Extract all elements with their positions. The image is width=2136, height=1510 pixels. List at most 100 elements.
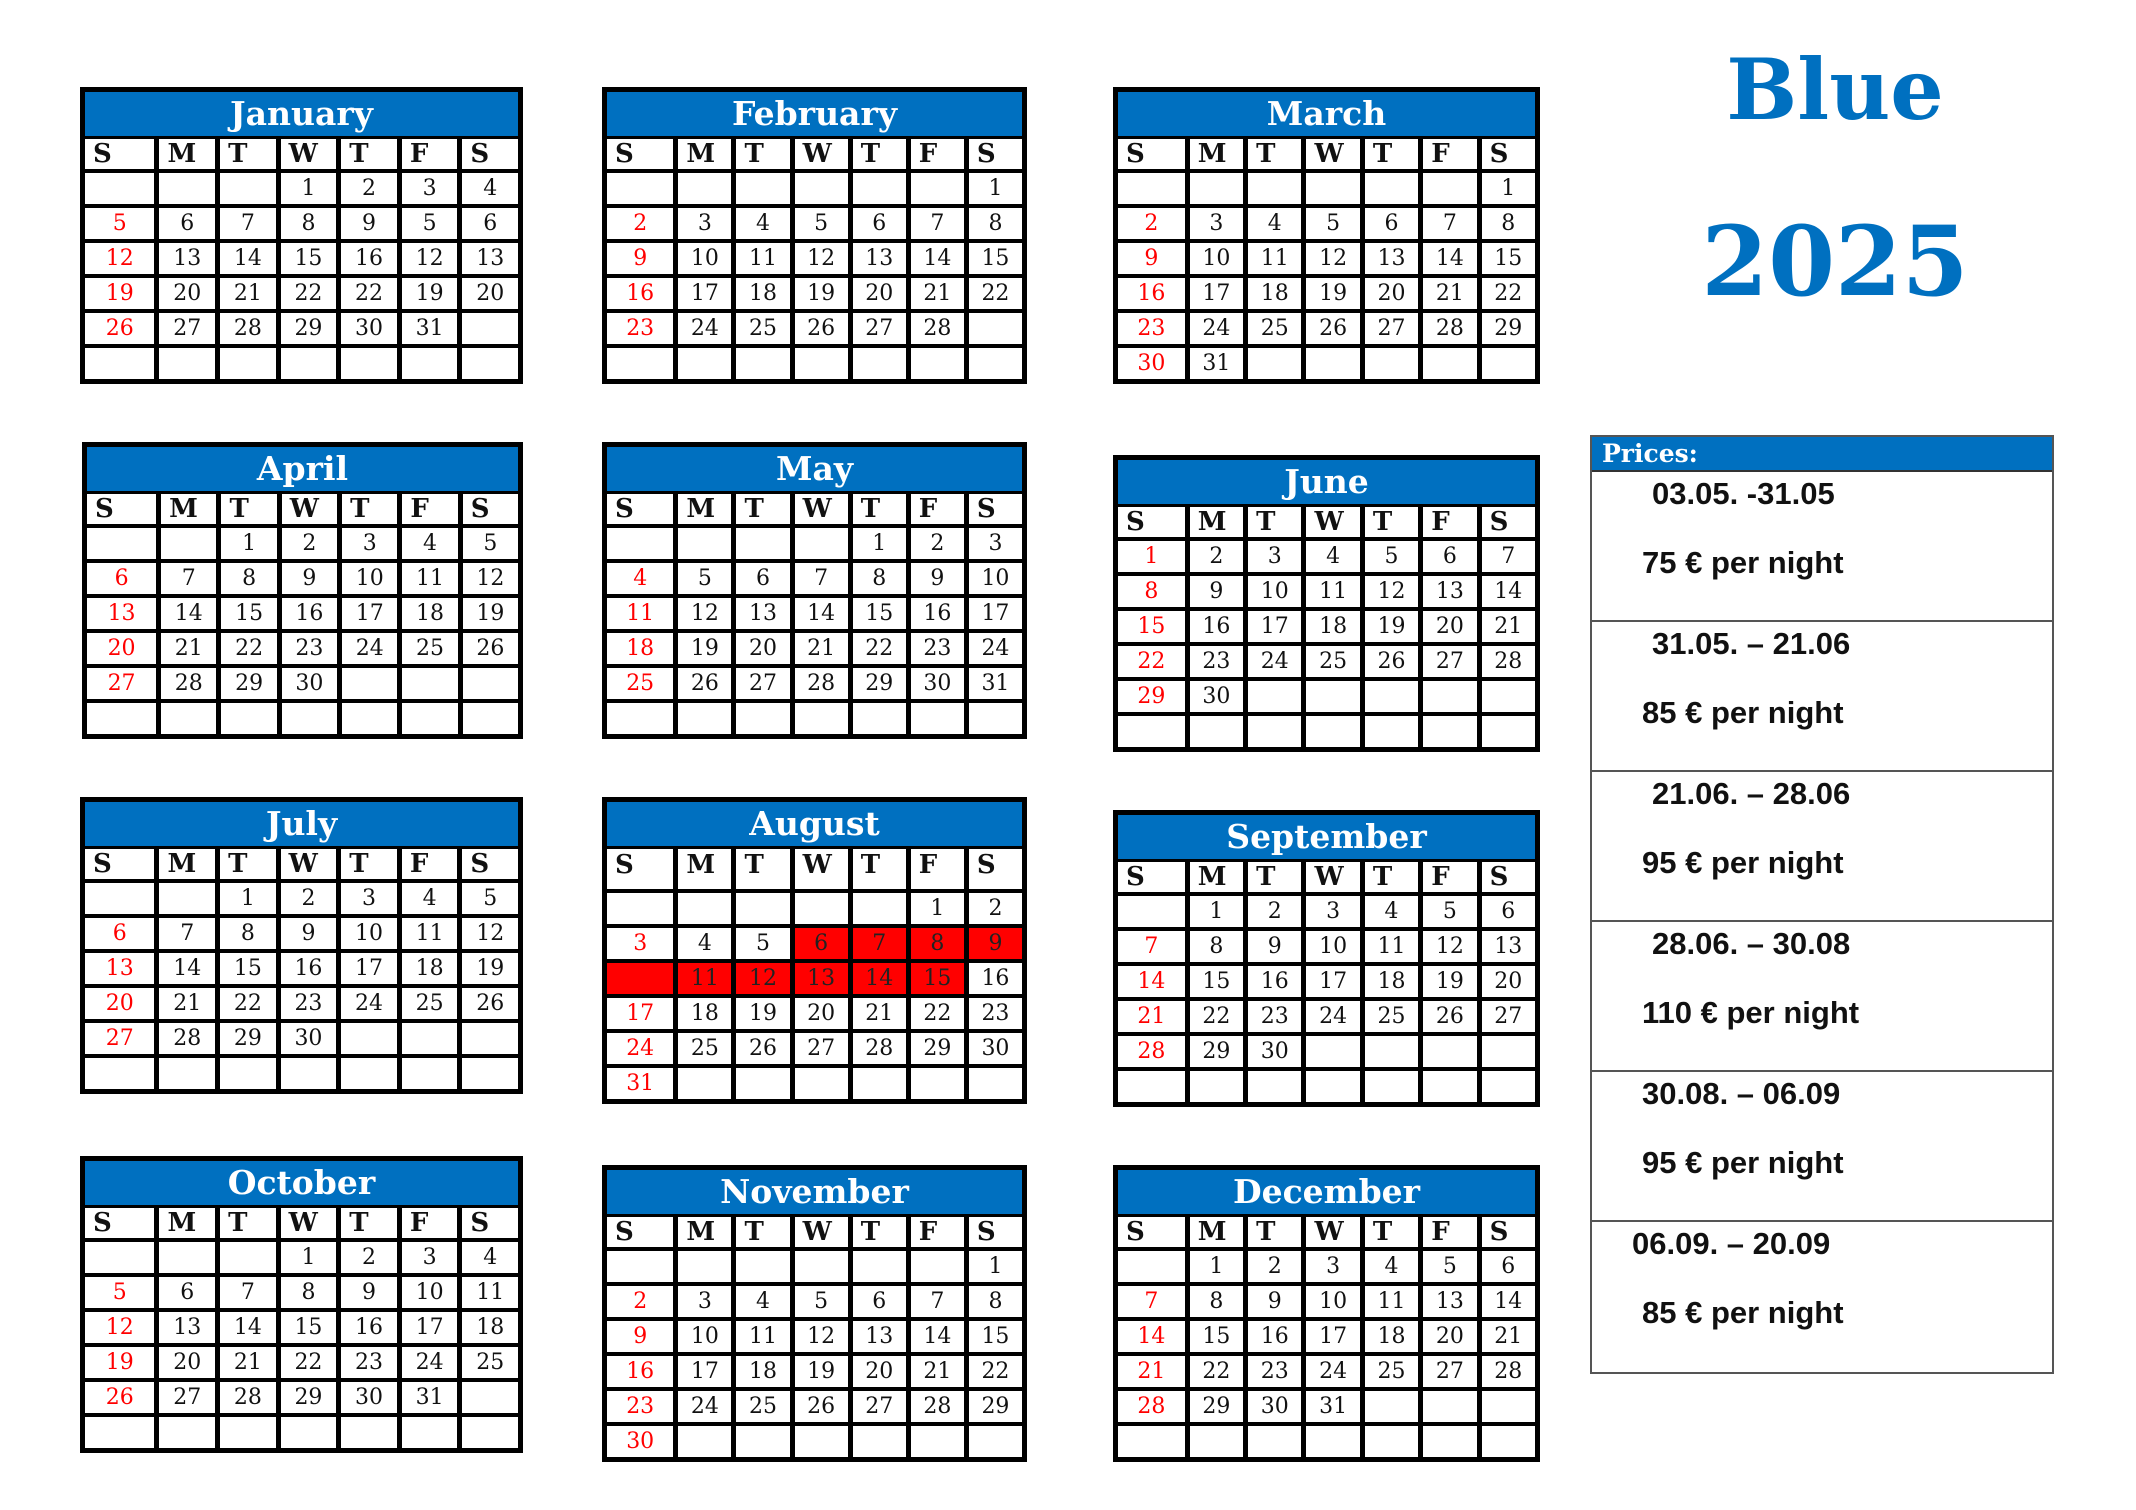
- weekday-header: T: [220, 1208, 276, 1238]
- weekday-header: W: [794, 1217, 848, 1247]
- prices-table: Prices: 03.05. -31.05 75 € per night 31.05…: [1590, 435, 2054, 1374]
- day-cell: [462, 348, 518, 379]
- day-cell: 30: [1118, 348, 1185, 379]
- day-cell: 13: [85, 953, 155, 984]
- day-cell: 31: [1189, 348, 1244, 379]
- price-period: 31.05. – 21.06 85 € per night: [1592, 622, 2052, 772]
- day-cell: 11: [736, 1321, 790, 1352]
- day-cell: [220, 1417, 276, 1448]
- day-cell: [736, 348, 790, 379]
- weekday-header: T: [341, 139, 397, 169]
- weekday-header: T: [220, 849, 276, 879]
- day-cell: 22: [341, 278, 397, 309]
- day-cell: [462, 1058, 518, 1089]
- day-cell: 29: [910, 1033, 964, 1064]
- day-cell: 28: [1118, 1036, 1185, 1067]
- day-cell: 2: [280, 883, 337, 914]
- day-cell: [1423, 348, 1477, 379]
- day-cell: 3: [401, 173, 458, 204]
- month-grid: S M T W T F S 1 2 3 4 5 6 7 8 9 10 11 12 13 14 15 16 17 18 19 20 21…: [85, 1208, 518, 1448]
- day-cell: 22: [280, 278, 337, 309]
- day-cell-booked: 6: [794, 928, 848, 959]
- day-cell: [968, 313, 1022, 344]
- day-cell: [280, 1417, 337, 1448]
- day-cell: [1481, 1391, 1535, 1422]
- day-cell: [159, 1058, 216, 1089]
- day-cell: [281, 703, 338, 734]
- day-cell: [1248, 716, 1302, 747]
- day-cell: 9: [607, 1321, 674, 1352]
- weekday-header: M: [678, 849, 732, 889]
- day-cell: 10: [1248, 576, 1302, 607]
- day-cell: 31: [607, 1068, 674, 1099]
- day-cell: 21: [1481, 611, 1535, 642]
- month-grid: S M T W T F S 1 2 3 4 5 6 7 8 9 11 12 13 14 15 16 17 18 19 20 21 22…: [607, 849, 1022, 1099]
- month-grid: S M T W T F S 1 2 3 4 5 6 7 8 9 10 11 12 13 14 15 16 17 18 19 20 21…: [607, 139, 1022, 379]
- day-cell: [1306, 1036, 1360, 1067]
- weekday-header: W: [280, 849, 337, 879]
- weekday-header: M: [1189, 139, 1244, 169]
- weekday-header: S: [85, 849, 155, 879]
- weekday-header: M: [1189, 1217, 1244, 1247]
- weekday-header: S: [1481, 507, 1535, 537]
- weekday-header: S: [1118, 139, 1185, 169]
- day-cell: [159, 348, 216, 379]
- day-cell: 26: [462, 988, 518, 1019]
- month-title: April: [87, 447, 518, 491]
- day-cell: [736, 528, 790, 559]
- day-cell: [1481, 1071, 1535, 1102]
- day-cell: 5: [462, 883, 518, 914]
- weekday-header: T: [852, 139, 906, 169]
- day-cell: 29: [280, 313, 337, 344]
- page-title-name: Blue: [1726, 40, 1944, 139]
- weekday-header: W: [281, 494, 338, 524]
- day-cell: 27: [159, 313, 216, 344]
- day-cell: [1364, 1426, 1419, 1457]
- day-cell: 3: [341, 883, 397, 914]
- month-may: May S M T W T F S 1 2 3 4 5 6 7 8 9 10 11 12 13 14 15 16 17 18 19 2…: [602, 442, 1027, 739]
- day-cell: 25: [736, 1391, 790, 1422]
- day-cell: 6: [85, 918, 155, 949]
- day-cell: 28: [852, 1033, 906, 1064]
- day-cell: [1118, 716, 1185, 747]
- day-cell: 24: [607, 1033, 674, 1064]
- day-cell: [968, 1426, 1022, 1457]
- day-cell: 9: [280, 918, 337, 949]
- day-cell: 19: [85, 278, 155, 309]
- month-grid: S M T W T F S 1 2 3 4 5 6 7 8 9 10 11 13 14 14 15 16 17 18 20 21 21…: [1118, 1217, 1535, 1457]
- day-cell: 8: [220, 918, 276, 949]
- weekday-header: W: [1306, 1217, 1360, 1247]
- weekday-header: T: [852, 849, 906, 889]
- day-cell: 25: [1248, 313, 1302, 344]
- day-cell: 30: [1248, 1391, 1302, 1422]
- weekday-header: T: [736, 849, 790, 889]
- price-amount: 75 € per night: [1642, 545, 1844, 580]
- day-cell: 19: [462, 953, 518, 984]
- day-cell: 15: [280, 1312, 337, 1343]
- weekday-header: S: [1118, 1217, 1185, 1247]
- weekday-header: F: [910, 1217, 964, 1247]
- month-november: November S M T W T F S 1 2 3 4 5 6 7 8 9 10 11 12 13 14 15 16 17…: [602, 1165, 1027, 1462]
- day-cell: [852, 703, 906, 734]
- day-cell: 24: [401, 1347, 458, 1378]
- weekday-header: S: [85, 139, 155, 169]
- day-cell: 27: [159, 1382, 216, 1413]
- day-cell: 25: [401, 988, 458, 1019]
- day-cell: 4: [402, 528, 458, 559]
- weekday-header: W: [280, 1208, 337, 1238]
- day-cell: 16: [281, 598, 338, 629]
- day-cell: 3: [401, 1242, 458, 1273]
- day-cell: 20: [1364, 278, 1419, 309]
- day-cell: 12: [401, 243, 458, 274]
- weekday-header: S: [968, 494, 1022, 524]
- day-cell: 6: [87, 563, 157, 594]
- month-december: December S M T W T F S 1 2 3 4 5 6 7 8 9 10 11 13 14 14 15 16 17…: [1113, 1165, 1540, 1462]
- day-cell: [794, 528, 848, 559]
- day-cell: [910, 348, 964, 379]
- day-cell: 1: [1189, 1251, 1244, 1282]
- day-cell: [1423, 1426, 1477, 1457]
- day-cell: 15: [280, 243, 337, 274]
- month-july: July S M T W T F S 1 2 3 4 5 6 7 8 9 10 11 12 13 14 15 16 17 18 19…: [80, 797, 523, 1094]
- day-cell: 10: [1189, 243, 1244, 274]
- day-cell: 15: [1118, 611, 1185, 642]
